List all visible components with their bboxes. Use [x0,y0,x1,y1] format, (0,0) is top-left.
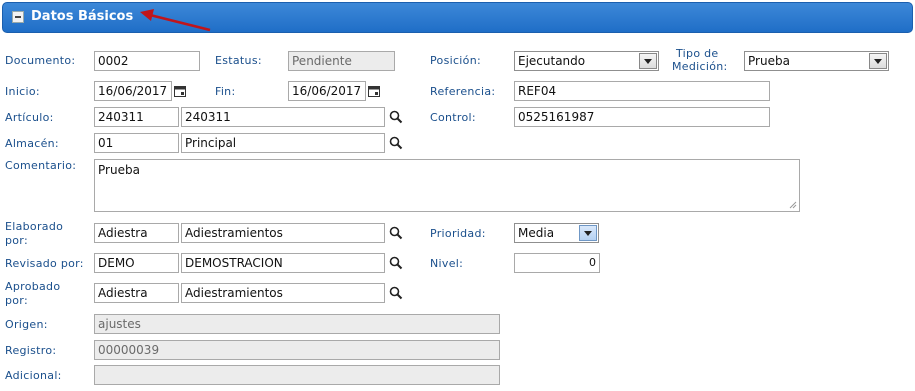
label-prioridad: Prioridad: [430,227,486,240]
label-tipo-medicion-1: Tipo de [676,47,719,60]
label-origen: Origen: [5,318,48,331]
label-adicional: Adicional: [5,369,62,382]
label-referencia: Referencia: [430,85,496,98]
elaborado-code-field[interactable]: Adiestra [94,223,179,243]
control-field[interactable]: 0525161987 [514,107,770,127]
tipo-medicion-value: Prueba [748,54,790,68]
label-control: Control: [430,111,476,124]
calendar-icon[interactable] [368,85,380,97]
resize-grip-icon[interactable] [788,200,797,209]
chevron-down-icon[interactable] [639,53,657,69]
magnifier-icon[interactable] [389,136,403,150]
tipo-medicion-select[interactable]: Prueba [744,51,889,71]
prioridad-value: Media [518,226,555,240]
adicional-field [94,365,500,385]
articulo-code-field[interactable]: 240311 [94,107,179,127]
magnifier-icon[interactable] [389,286,403,300]
label-registro: Registro: [5,344,57,357]
magnifier-icon[interactable] [389,256,403,270]
comentario-textarea[interactable]: Prueba [94,159,800,212]
origen-field: ajustes [94,314,500,334]
label-comentario: Comentario: [5,159,77,172]
nivel-field[interactable]: 0 [514,253,600,273]
posicion-select[interactable]: Ejecutando [514,51,659,71]
comentario-value: Prueba [98,163,140,177]
prioridad-select[interactable]: Media [514,223,599,243]
chevron-down-icon[interactable] [869,53,887,69]
magnifier-icon[interactable] [389,110,403,124]
label-aprobado-2: por: [5,294,28,307]
fin-field[interactable]: 16/06/2017 [288,81,366,101]
aprobado-name-field[interactable]: Adiestramientos [181,283,385,303]
label-articulo: Artículo: [5,111,54,124]
chevron-down-icon[interactable] [579,225,597,241]
inicio-field[interactable]: 16/06/2017 [94,81,172,101]
label-nivel: Nivel: [430,257,464,270]
calendar-icon[interactable] [174,85,186,97]
magnifier-icon[interactable] [389,226,403,240]
elaborado-name-field[interactable]: Adiestramientos [181,223,385,243]
label-aprobado-1: Aprobado [5,280,61,293]
label-fin: Fin: [215,85,236,98]
aprobado-code-field[interactable]: Adiestra [94,283,179,303]
revisado-name-field[interactable]: DEMOSTRACION [181,253,385,273]
articulo-name-field[interactable]: 240311 [181,107,385,127]
label-estatus: Estatus: [215,54,262,67]
label-tipo-medicion-2: Medición: [672,60,728,73]
almacen-name-field[interactable]: Principal [181,133,385,153]
label-elaborado-1: Elaborado [5,220,64,233]
arrow-annotation-icon [140,9,211,32]
posicion-value: Ejecutando [518,54,586,68]
almacen-code-field[interactable]: 01 [94,133,179,153]
label-inicio: Inicio: [5,85,40,98]
referencia-field[interactable]: REF04 [514,81,770,101]
revisado-code-field[interactable]: DEMO [94,253,179,273]
label-posicion: Posición: [430,54,481,67]
label-almacen: Almacén: [5,137,59,150]
panel-title: Datos Básicos [31,9,134,24]
label-documento: Documento: [5,54,76,67]
label-elaborado-2: por: [5,234,28,247]
collapse-icon[interactable] [12,11,24,23]
estatus-field: Pendiente [288,51,395,71]
documento-field[interactable]: 0002 [94,51,200,71]
label-revisado: Revisado por: [5,257,84,270]
registro-field: 00000039 [94,340,500,360]
